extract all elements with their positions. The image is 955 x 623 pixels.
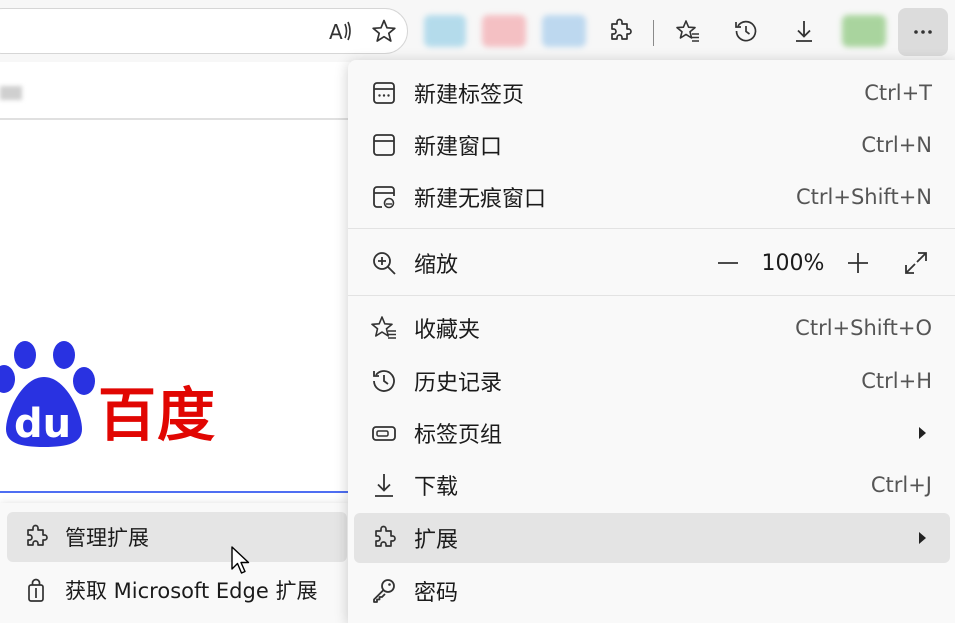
menu-item-shortcut: Ctrl+Shift+N [796, 185, 932, 209]
manage-extensions-item[interactable]: 管理扩展 [7, 512, 347, 562]
menu-item-favorites[interactable]: 收藏夹 Ctrl+Shift+O [354, 303, 950, 353]
favorites-button[interactable] [670, 13, 706, 49]
plus-icon [848, 253, 868, 273]
menu-item-shortcut: Ctrl+N [861, 133, 932, 157]
svg-text:A: A [329, 20, 343, 44]
menu-item-label: 下载 [414, 475, 459, 500]
menu-item-shortcut: Ctrl+T [864, 81, 932, 105]
menu-item-label: 扩展 [414, 528, 459, 553]
submenu-arrow-icon [919, 532, 926, 544]
settings-and-more-button[interactable] [898, 8, 948, 56]
puzzle-icon [21, 522, 51, 552]
menu-item-label: 新建窗口 [414, 135, 503, 160]
inprivate-window-icon [366, 179, 402, 215]
svg-text:du: du [14, 401, 71, 447]
profile-avatar[interactable] [842, 15, 886, 47]
blurred-text [0, 86, 22, 100]
key-icon [366, 573, 402, 609]
star-icon [372, 19, 396, 42]
menu-item-new-window[interactable]: 新建窗口 Ctrl+N [354, 120, 950, 170]
window-icon [366, 127, 402, 163]
read-aloud-button[interactable]: A [322, 13, 358, 49]
manage-extensions-label: 管理扩展 [65, 526, 149, 550]
extensions-button[interactable] [602, 13, 638, 49]
menu-item-label: 密码 [414, 581, 459, 606]
menu-item-history[interactable]: 历史记录 Ctrl+H [354, 356, 950, 406]
menu-item-downloads[interactable]: 下载 Ctrl+J [354, 460, 950, 510]
favorites-icon [676, 20, 699, 42]
minus-icon [718, 262, 738, 264]
toolbar-separator [653, 20, 654, 46]
menu-item-zoom: 缩放 100% [354, 238, 950, 288]
download-icon [366, 467, 402, 503]
puzzle-icon [366, 520, 402, 556]
menu-item-tab-groups[interactable]: 标签页组 [354, 408, 950, 458]
zoom-icon [366, 245, 402, 281]
mouse-cursor-icon [231, 546, 250, 574]
get-edge-extensions-item[interactable]: 获取 Microsoft Edge 扩展 [7, 565, 347, 615]
menu-item-label: 历史记录 [414, 371, 503, 396]
tab-groups-icon [366, 415, 402, 451]
more-dots-icon [914, 30, 932, 34]
zoom-level: 100% [761, 250, 825, 276]
settings-and-more-menu: 新建标签页 Ctrl+T 新建窗口 Ctrl+N 新建无痕窗口 Ctrl+Shi… [348, 60, 955, 623]
zoom-out-button[interactable] [708, 243, 748, 283]
extension-icon-blurred[interactable] [424, 15, 466, 47]
zoom-controls: 100% [708, 243, 936, 283]
menu-item-label: 新建标签页 [414, 83, 525, 108]
history-icon [735, 20, 757, 42]
puzzle-icon [611, 18, 632, 40]
menu-item-label: 标签页组 [414, 423, 503, 448]
favorites-icon [366, 310, 402, 346]
extension-icon-blurred[interactable] [482, 15, 526, 47]
add-favorite-button[interactable] [366, 13, 402, 49]
menu-item-new-tab[interactable]: 新建标签页 Ctrl+T [354, 68, 950, 118]
zoom-in-button[interactable] [838, 243, 878, 283]
fullscreen-button[interactable] [896, 243, 936, 283]
menu-item-shortcut: Ctrl+J [870, 473, 932, 497]
extensions-submenu: 管理扩展 获取 Microsoft Edge 扩展 [0, 503, 354, 623]
menu-item-new-inprivate-window[interactable]: 新建无痕窗口 Ctrl+Shift+N [354, 172, 950, 222]
menu-item-shortcut: Ctrl+H [861, 369, 932, 393]
submenu-arrow-icon [919, 427, 926, 439]
menu-item-label: 收藏夹 [414, 318, 481, 343]
read-aloud-icon: A [329, 20, 351, 44]
extension-icon-blurred[interactable] [542, 15, 586, 47]
history-button[interactable] [728, 13, 764, 49]
menu-divider [348, 295, 955, 296]
download-icon [796, 21, 812, 42]
menu-item-label: 新建无痕窗口 [414, 187, 547, 212]
shopping-bag-icon [21, 575, 51, 605]
new-tab-icon [366, 75, 402, 111]
menu-item-shortcut: Ctrl+Shift+O [795, 316, 932, 340]
menu-item-extensions[interactable]: 扩展 [354, 513, 950, 563]
downloads-button[interactable] [786, 13, 822, 49]
page-header-strip [0, 62, 350, 120]
baidu-wordmark: 百度 [98, 381, 217, 449]
menu-item-label: 缩放 [414, 253, 459, 278]
history-icon [366, 363, 402, 399]
browser-toolbar: A [0, 0, 955, 62]
menu-divider [348, 228, 955, 229]
expand-icon [905, 252, 927, 274]
get-edge-extensions-label: 获取 Microsoft Edge 扩展 [65, 579, 318, 603]
search-box-border [0, 491, 350, 493]
menu-item-passwords[interactable]: 密码 [354, 566, 950, 616]
